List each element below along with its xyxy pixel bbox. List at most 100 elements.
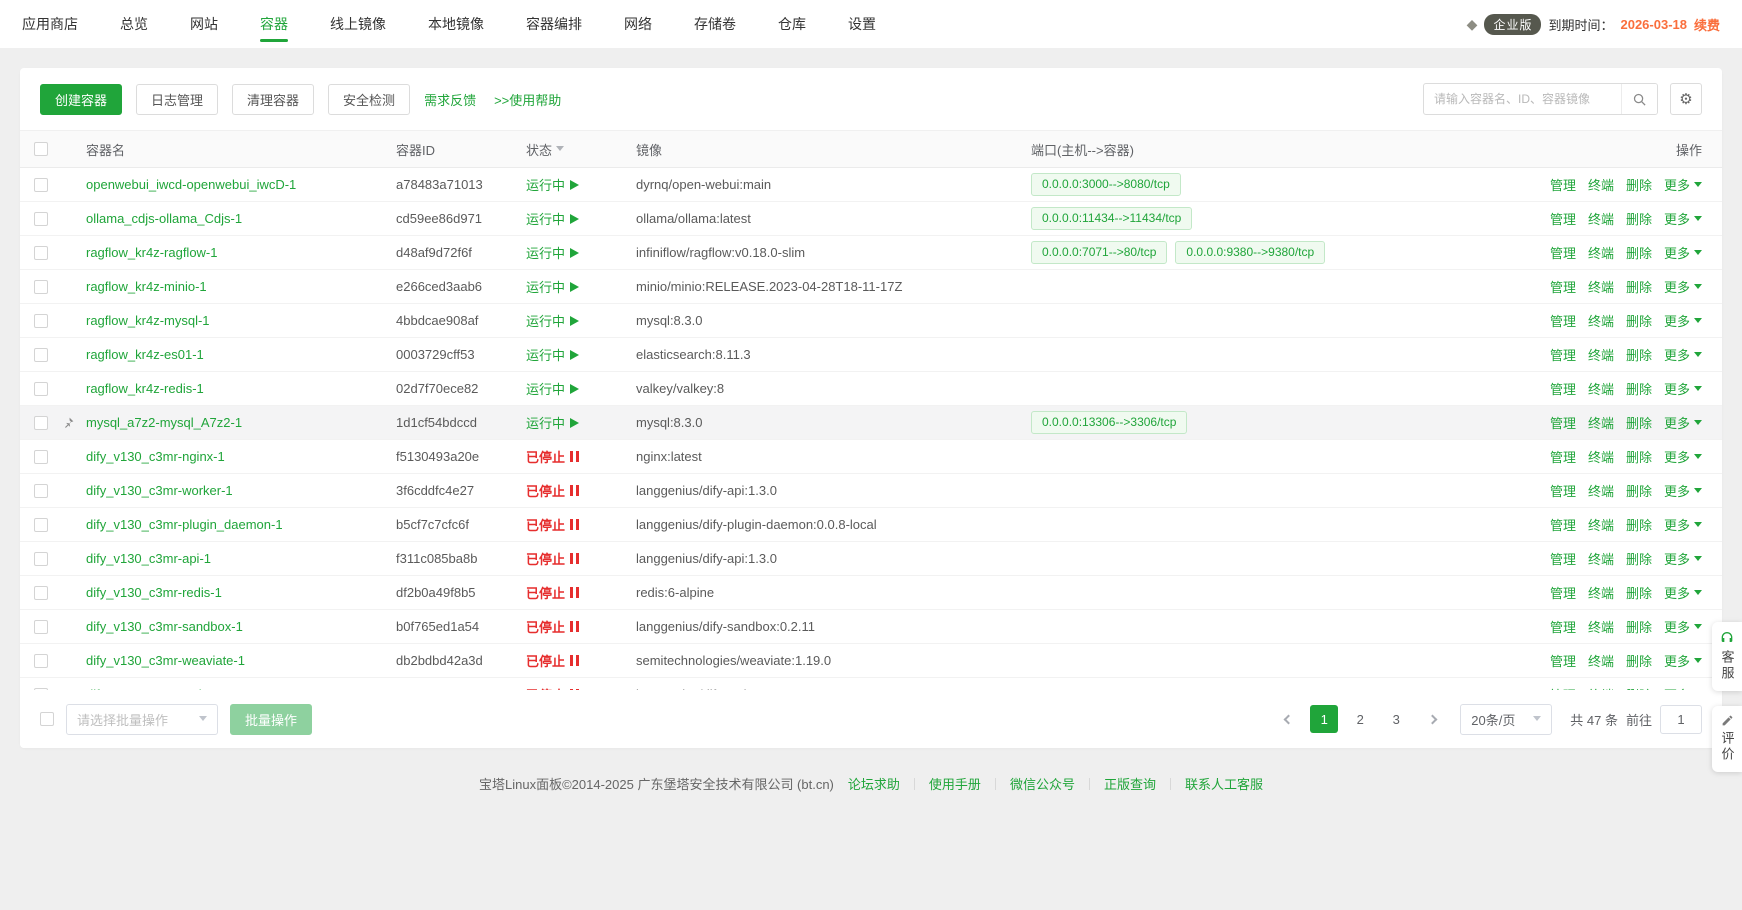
customer-service-button[interactable]: 客服 [1712,622,1742,691]
more-link[interactable]: 更多 [1664,345,1702,364]
delete-link[interactable]: 删除 [1626,685,1652,690]
footer-link-license-check[interactable]: 正版查询 [1104,774,1156,793]
nav-tab-overview[interactable]: 总览 [120,0,148,48]
status-icon[interactable] [570,451,579,462]
status-icon[interactable] [570,655,579,666]
clean-container-button[interactable]: 清理容器 [232,84,314,115]
status-icon[interactable] [570,418,579,428]
container-name-link[interactable]: ollama_cdjs-ollama_Cdjs-1 [86,211,242,226]
container-name-link[interactable]: dify_v130_c3mr-weaviate-1 [86,653,245,668]
footer-link-support[interactable]: 联系人工客服 [1185,774,1263,793]
delete-link[interactable]: 删除 [1626,209,1652,228]
delete-link[interactable]: 删除 [1626,413,1652,432]
manage-link[interactable]: 管理 [1550,685,1576,690]
delete-link[interactable]: 删除 [1626,447,1652,466]
manage-link[interactable]: 管理 [1550,345,1576,364]
more-link[interactable]: 更多 [1664,243,1702,262]
more-link[interactable]: 更多 [1664,175,1702,194]
delete-link[interactable]: 删除 [1626,243,1652,262]
terminal-link[interactable]: 终端 [1588,481,1614,500]
row-checkbox[interactable] [34,246,48,260]
manage-link[interactable]: 管理 [1550,617,1576,636]
container-name-link[interactable]: dify_v130_c3mr-redis-1 [86,585,222,600]
manage-link[interactable]: 管理 [1550,481,1576,500]
more-link[interactable]: 更多 [1664,413,1702,432]
select-all-checkbox[interactable] [34,142,48,156]
more-link[interactable]: 更多 [1664,379,1702,398]
status-icon[interactable] [570,621,579,632]
delete-link[interactable]: 删除 [1626,175,1652,194]
row-checkbox[interactable] [34,586,48,600]
status-icon[interactable] [570,519,579,530]
more-link[interactable]: 更多 [1664,549,1702,568]
manage-link[interactable]: 管理 [1550,175,1576,194]
delete-link[interactable]: 删除 [1626,515,1652,534]
more-link[interactable]: 更多 [1664,311,1702,330]
manage-link[interactable]: 管理 [1550,651,1576,670]
create-container-button[interactable]: 创建容器 [40,84,122,115]
delete-link[interactable]: 删除 [1626,549,1652,568]
page-button-2[interactable]: 2 [1346,705,1374,733]
manage-link[interactable]: 管理 [1550,379,1576,398]
terminal-link[interactable]: 终端 [1588,277,1614,296]
footer-link-forum[interactable]: 论坛求助 [848,774,900,793]
status-icon[interactable] [570,485,579,496]
row-checkbox[interactable] [34,178,48,192]
row-checkbox[interactable] [34,280,48,294]
delete-link[interactable]: 删除 [1626,583,1652,602]
nav-tab-app-store[interactable]: 应用商店 [22,0,78,48]
nav-tab-settings[interactable]: 设置 [848,0,876,48]
row-checkbox[interactable] [34,552,48,566]
feedback-link[interactable]: 需求反馈 [424,90,476,109]
more-link[interactable]: 更多 [1664,277,1702,296]
security-check-button[interactable]: 安全检测 [328,84,410,115]
page-button-3[interactable]: 3 [1382,705,1410,733]
manage-link[interactable]: 管理 [1550,277,1576,296]
status-icon[interactable] [570,384,579,394]
nav-tab-containers[interactable]: 容器 [260,0,288,48]
status-icon[interactable] [570,316,579,326]
status-icon[interactable] [570,214,579,224]
manage-link[interactable]: 管理 [1550,413,1576,432]
more-link[interactable]: 更多 [1664,209,1702,228]
page-button-1[interactable]: 1 [1310,705,1338,733]
row-checkbox[interactable] [34,688,48,691]
row-checkbox[interactable] [34,314,48,328]
nav-tab-online-images[interactable]: 线上镜像 [330,0,386,48]
status-icon[interactable] [570,689,579,690]
terminal-link[interactable]: 终端 [1588,379,1614,398]
row-checkbox[interactable] [34,416,48,430]
terminal-link[interactable]: 终端 [1588,413,1614,432]
status-icon[interactable] [570,587,579,598]
delete-link[interactable]: 删除 [1626,277,1652,296]
terminal-link[interactable]: 终端 [1588,651,1614,670]
container-name-link[interactable]: dify_v130_c3mr-web-1 [86,687,218,690]
terminal-link[interactable]: 终端 [1588,311,1614,330]
container-name-link[interactable]: ragflow_kr4z-ragflow-1 [86,245,218,260]
manage-link[interactable]: 管理 [1550,515,1576,534]
nav-tab-registry[interactable]: 仓库 [778,0,806,48]
nav-tab-local-images[interactable]: 本地镜像 [428,0,484,48]
manage-link[interactable]: 管理 [1550,549,1576,568]
status-icon[interactable] [570,248,579,258]
more-link[interactable]: 更多 [1664,447,1702,466]
manage-link[interactable]: 管理 [1550,583,1576,602]
delete-link[interactable]: 删除 [1626,345,1652,364]
search-input[interactable] [1424,92,1621,106]
status-icon[interactable] [570,282,579,292]
delete-link[interactable]: 删除 [1626,617,1652,636]
table-settings-button[interactable]: ⚙ [1670,83,1702,115]
status-icon[interactable] [570,553,579,564]
terminal-link[interactable]: 终端 [1588,345,1614,364]
delete-link[interactable]: 删除 [1626,379,1652,398]
row-checkbox[interactable] [34,654,48,668]
status-icon[interactable] [570,350,579,360]
row-checkbox[interactable] [34,348,48,362]
terminal-link[interactable]: 终端 [1588,617,1614,636]
footer-link-manual[interactable]: 使用手册 [929,774,981,793]
renew-link[interactable]: 续费 [1694,15,1720,34]
more-link[interactable]: 更多 [1664,481,1702,500]
manage-link[interactable]: 管理 [1550,311,1576,330]
nav-tab-compose[interactable]: 容器编排 [526,0,582,48]
row-checkbox[interactable] [34,212,48,226]
